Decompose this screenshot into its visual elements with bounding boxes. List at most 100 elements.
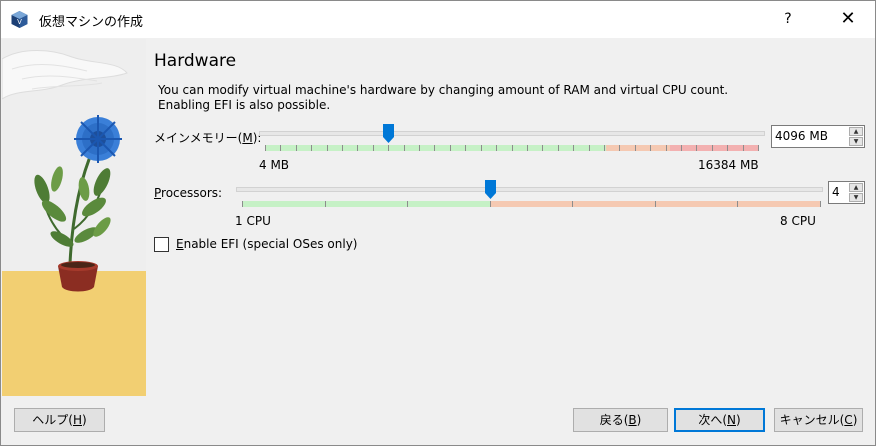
slider-tick: [743, 145, 744, 151]
slider-range-segment: [242, 201, 490, 207]
slider-tick: [712, 145, 713, 151]
back-button-text: 戻る(: [599, 413, 629, 427]
slider-tick: [696, 145, 697, 151]
cancel-button-text: キャンセル(: [779, 413, 845, 427]
slider-tick: [589, 145, 590, 151]
processors-increase-button[interactable]: ▲: [849, 183, 863, 192]
title-help-button[interactable]: ?: [765, 1, 811, 38]
slider-tick: [655, 201, 656, 207]
slider-tick: [404, 145, 405, 151]
page-heading: Hardware: [154, 51, 237, 71]
memory-decrease-button[interactable]: ▼: [849, 137, 863, 146]
processors-value[interactable]: 4: [832, 185, 840, 199]
title-close-button[interactable]: ✕: [821, 1, 875, 38]
efi-label-text: nable EFI (special OSes only): [183, 237, 358, 251]
next-button-mnemonic: N: [727, 413, 736, 427]
slider-tick: [280, 145, 281, 151]
memory-label-text: メインメモリー(: [154, 131, 243, 145]
processors-label: Processors:: [154, 186, 222, 200]
memory-spin-buttons: ▲ ▼: [849, 127, 863, 146]
slider-tick: [496, 145, 497, 151]
title-bar: V 仮想マシンの作成 ? ✕: [1, 1, 875, 38]
back-button[interactable]: 戻る(B): [573, 408, 668, 432]
slider-tick: [373, 145, 374, 151]
memory-slider-thumb[interactable]: [383, 124, 394, 143]
efi-checkbox-label[interactable]: Enable EFI (special OSes only): [176, 237, 357, 251]
description-line: Enabling EFI is also possible.: [158, 98, 331, 112]
slider-tick: [527, 145, 528, 151]
memory-scale: [265, 145, 759, 151]
slider-tick: [572, 201, 573, 207]
efi-label-mnemonic: E: [176, 237, 184, 251]
slider-tick: [325, 201, 326, 207]
memory-spinbox[interactable]: 4096 MB ▲ ▼: [771, 125, 865, 148]
slider-tick: [542, 145, 543, 151]
slider-tick: [666, 145, 667, 151]
memory-max-label: 16384 MB: [698, 158, 759, 172]
slider-tick: [327, 145, 328, 151]
wizard-flower-illustration: [2, 39, 146, 396]
next-button-text: 次へ(: [698, 413, 727, 427]
page-description: You can modify virtual machine's hardwar…: [158, 83, 728, 113]
efi-checkbox[interactable]: [154, 237, 169, 252]
slider-tick: [635, 145, 636, 151]
memory-increase-button[interactable]: ▲: [849, 127, 863, 136]
slider-tick: [311, 145, 312, 151]
slider-range-segment: [670, 145, 759, 151]
slider-tick: [573, 145, 574, 151]
slider-tick: [512, 145, 513, 151]
slider-tick: [758, 145, 759, 151]
next-button[interactable]: 次へ(N): [674, 408, 765, 432]
memory-value[interactable]: 4096 MB: [775, 129, 828, 143]
cancel-button[interactable]: キャンセル(C): [774, 408, 863, 432]
next-button-suffix: ): [735, 413, 741, 427]
processors-scale: [242, 201, 821, 207]
slider-tick: [490, 201, 491, 207]
window-title: 仮想マシンの作成: [39, 15, 144, 30]
memory-label-mnemonic: M: [242, 131, 253, 145]
back-button-mnemonic: B: [628, 413, 637, 427]
processors-spinbox[interactable]: 4 ▲ ▼: [828, 181, 865, 204]
slider-tick: [242, 201, 243, 207]
help-button[interactable]: ヘルプ(H): [14, 408, 105, 432]
slider-tick: [450, 145, 451, 151]
help-button-text: ヘルプ(: [32, 413, 73, 427]
slider-tick: [357, 145, 358, 151]
button-bar: ヘルプ(H) 戻る(B) 次へ(N) キャンセル(C): [2, 396, 875, 445]
help-button-suffix: ): [82, 413, 87, 427]
processors-spin-buttons: ▲ ▼: [849, 183, 863, 202]
processors-decrease-button[interactable]: ▼: [849, 193, 863, 202]
slider-tick: [604, 145, 605, 151]
slider-tick: [727, 145, 728, 151]
slider-tick: [619, 145, 620, 151]
slider-tick: [388, 145, 389, 151]
slider-tick: [296, 145, 297, 151]
svg-text:V: V: [17, 18, 22, 26]
processors-label-text: rocessors:: [161, 186, 223, 200]
back-button-suffix: ): [636, 413, 642, 427]
dialog-window: V 仮想マシンの作成 ? ✕ Hardware You can modify v…: [0, 0, 876, 446]
slider-tick: [465, 145, 466, 151]
processors-min-label: 1 CPU: [235, 214, 271, 228]
memory-label: メインメモリー(M):: [154, 129, 261, 146]
slider-tick: [419, 145, 420, 151]
help-button-mnemonic: H: [72, 413, 83, 427]
slider-tick: [650, 145, 651, 151]
slider-range-segment: [606, 145, 670, 151]
processors-slider-thumb[interactable]: [485, 180, 496, 199]
slider-tick: [265, 145, 266, 151]
slider-tick: [481, 145, 482, 151]
slider-tick: [681, 145, 682, 151]
slider-tick: [434, 145, 435, 151]
processors-slider[interactable]: [236, 187, 823, 192]
description-line: You can modify virtual machine's hardwar…: [158, 83, 729, 97]
cancel-button-suffix: ): [852, 413, 858, 427]
slider-tick: [407, 201, 408, 207]
memory-slider[interactable]: [259, 131, 765, 136]
processors-label-mnemonic: P: [154, 186, 162, 200]
slider-tick: [737, 201, 738, 207]
virtualbox-icon: V: [11, 11, 28, 28]
slider-range-segment: [265, 145, 606, 151]
slider-tick: [820, 201, 821, 207]
slider-tick: [342, 145, 343, 151]
